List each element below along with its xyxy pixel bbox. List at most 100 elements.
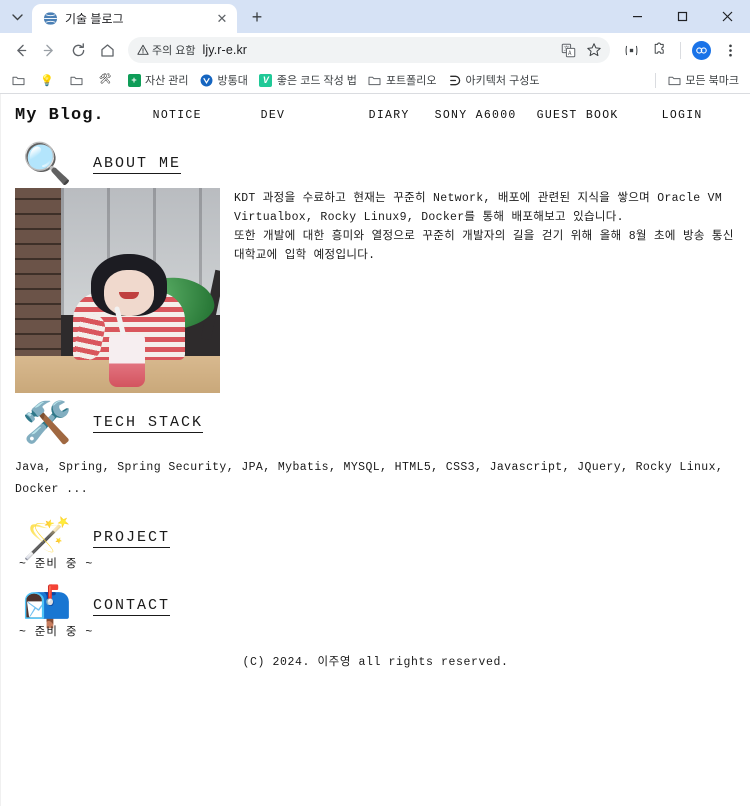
lightbulb-icon: 💡	[40, 73, 54, 87]
section-title-tech-stack[interactable]: TECH STACK	[93, 414, 204, 433]
nav-item-notice[interactable]: NOTICE	[153, 109, 261, 122]
section-header-project: 🪄 PROJECT	[15, 519, 736, 559]
nav-item-login[interactable]: LOGIN	[662, 109, 703, 122]
bookmark-portfolio[interactable]: 포트폴리오	[363, 70, 442, 91]
minimize-button[interactable]	[615, 0, 660, 32]
tab-title: 기술 블로그	[65, 12, 124, 26]
cast-icon[interactable]	[617, 36, 645, 64]
bookmark-label: 자산 관리	[145, 75, 189, 87]
arrow-left-icon	[16, 44, 26, 56]
contact-status: ~ 준비 중 ~	[19, 625, 94, 639]
about-me-text: KDT 과정을 수료하고 현재는 꾸준히 Network, 배포에 관련된 지식…	[234, 188, 736, 266]
bookmarks-bar-right: 모든 북마크	[649, 70, 744, 91]
section-header-about-me: 🔍 ABOUT ME	[15, 144, 736, 184]
bookmark-star-icon[interactable]	[582, 38, 606, 62]
section-header-contact: 📬 CONTACT	[15, 587, 736, 627]
nav-item-diary[interactable]: DIARY	[369, 109, 435, 122]
profile-avatar[interactable]	[687, 36, 715, 64]
nav-item-sony-a6000[interactable]: SONY A6000	[435, 109, 537, 122]
profile-photo	[15, 188, 220, 393]
all-bookmarks-button[interactable]: 모든 북마크	[662, 70, 744, 91]
reload-button[interactable]	[64, 36, 92, 64]
forward-button[interactable]	[35, 36, 63, 64]
browser-window: 기술 블로그 ✕ + 주의 요함 ljy.r-e.kr A 💡 🛠 + 자산 관…	[0, 0, 750, 806]
minimize-icon	[633, 15, 642, 17]
tab-strip: 기술 블로그 ✕ +	[0, 0, 750, 33]
bookmark-velog[interactable]: V 좋은 코드 작성 법	[254, 70, 362, 91]
site-nav-links: NOTICE DEV DIARY SONY A6000 GUEST BOOK L…	[153, 109, 736, 122]
chevron-down-icon	[11, 13, 23, 20]
site-footer: (C) 2024. 이주영 all rights reserved.	[242, 655, 509, 669]
bookmark-label: 방통대	[217, 75, 248, 87]
bookmarks-bar: 💡 🛠 + 자산 관리 방통대 V 좋은 코드 작성 법 포트폴리오 아키텍처 …	[0, 67, 750, 94]
tab-search-button[interactable]	[4, 4, 30, 30]
bookmark-tools[interactable]: 🛠	[93, 70, 121, 91]
folder-icon	[69, 73, 83, 87]
sheets-icon: +	[127, 73, 141, 87]
home-button[interactable]	[93, 36, 121, 64]
bookmark-folder-2[interactable]	[64, 70, 92, 91]
three-dots-icon	[728, 44, 732, 56]
circle-logo-icon	[200, 73, 214, 87]
section-title-project[interactable]: PROJECT	[93, 529, 171, 549]
browser-toolbar: 주의 요함 ljy.r-e.kr 文 A	[0, 33, 750, 67]
toolbar-divider	[680, 41, 681, 59]
site-brand[interactable]: My Blog.	[15, 106, 105, 125]
svg-text:A: A	[568, 51, 572, 57]
address-bar[interactable]: 주의 요함 ljy.r-e.kr 文 A	[128, 37, 610, 63]
window-controls	[615, 0, 750, 33]
bookmark-bulb[interactable]: 💡	[35, 70, 63, 91]
reload-icon	[72, 42, 84, 56]
bookmark-architecture-diagram[interactable]: 아키텍처 구성도	[443, 70, 545, 91]
extensions-puzzle-icon[interactable]	[646, 36, 674, 64]
section-title-contact[interactable]: CONTACT	[93, 597, 171, 617]
bookmark-label: 아키텍처 구성도	[465, 75, 540, 87]
nav-item-guest-book[interactable]: GUEST BOOK	[537, 109, 662, 122]
mailbox-icon: 📬	[22, 583, 72, 630]
bookmark-knou[interactable]: 방통대	[195, 70, 253, 91]
about-paragraph-1: KDT 과정을 수료하고 현재는 꾸준히 Network, 배포에 관련된 지식…	[234, 192, 723, 224]
hammer-and-wrench-icon: 🛠️	[22, 400, 72, 446]
warning-triangle-icon	[137, 44, 149, 55]
url-text: ljy.r-e.kr	[202, 43, 248, 57]
folder-icon	[11, 73, 25, 87]
chrome-menu-button[interactable]	[716, 36, 744, 64]
tech-stack-list: Java, Spring, Spring Security, JPA, Myba…	[15, 461, 724, 496]
about-paragraph-2: 또한 개발에 대한 흥미와 열정으로 꾸준히 개발자의 길을 걷기 위해 올해 …	[234, 229, 734, 262]
security-label: 주의 요함	[152, 45, 196, 57]
site-security-indicator[interactable]: 주의 요함	[137, 42, 203, 58]
avatar	[691, 40, 711, 60]
back-button[interactable]	[6, 36, 34, 64]
tools-icon: 🛠	[98, 74, 112, 85]
magnifying-glass-icon: 🔍	[22, 141, 72, 187]
translate-icon[interactable]: 文 A	[556, 38, 580, 62]
close-icon	[722, 11, 733, 21]
section-title-about-me[interactable]: ABOUT ME	[93, 155, 182, 174]
cast-glyph	[625, 45, 637, 55]
bookmark-divider	[655, 72, 657, 88]
puzzle-glyph	[654, 42, 664, 54]
new-tab-button[interactable]: +	[243, 3, 271, 31]
arrow-right-icon	[43, 44, 53, 56]
page-viewport: My Blog. NOTICE DEV DIARY SONY A6000 GUE…	[0, 94, 750, 806]
globe-icon	[42, 11, 58, 27]
folder-icon	[667, 73, 681, 87]
home-icon	[100, 43, 114, 57]
page-content: 🔍 ABOUT ME KDT 과정을 수료하고 현재는 꾸준히 Network,…	[1, 144, 750, 669]
maximize-button[interactable]	[660, 0, 705, 32]
folder-icon	[368, 73, 382, 87]
bookmark-label: 포트폴리오	[385, 75, 437, 87]
bookmark-asset-management[interactable]: + 자산 관리	[122, 70, 194, 91]
site-navbar: My Blog. NOTICE DEV DIARY SONY A6000 GUE…	[1, 94, 750, 136]
bookmark-label: 좋은 코드 작성 법	[276, 75, 357, 87]
close-tab-button[interactable]: ✕	[213, 10, 231, 28]
project-status: ~ 준비 중 ~	[19, 557, 94, 571]
maximize-icon	[677, 11, 688, 21]
all-bookmarks-label: 모든 북마크	[685, 75, 739, 87]
close-window-button[interactable]	[705, 0, 750, 32]
bookmark-folder-1[interactable]	[6, 70, 34, 91]
section-header-tech-stack: 🛠️ TECH STACK	[15, 403, 736, 443]
browser-tab[interactable]: 기술 블로그 ✕	[32, 4, 237, 33]
nav-item-dev[interactable]: DEV	[261, 109, 369, 122]
velog-icon: V	[259, 73, 273, 87]
